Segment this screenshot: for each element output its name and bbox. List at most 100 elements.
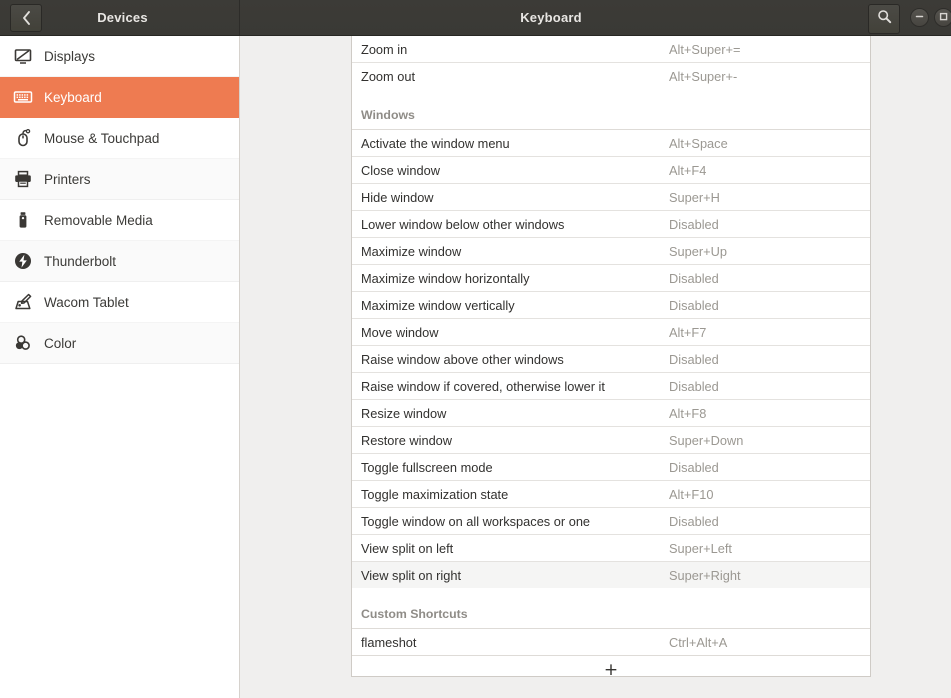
maximize-icon: [938, 9, 949, 27]
shortcut-section-header: Custom Shortcuts: [352, 600, 870, 628]
sidebar-item-displays[interactable]: Displays: [0, 36, 239, 77]
shortcut-name: Move window: [361, 324, 439, 340]
minimize-button[interactable]: [910, 8, 929, 27]
shortcut-accelerator: Alt+F8: [669, 405, 707, 421]
shortcut-name: Restore window: [361, 432, 453, 448]
shortcut-name: Close window: [361, 162, 440, 178]
maximize-button[interactable]: [934, 8, 951, 27]
header-left-pane: Devices: [0, 0, 240, 35]
shortcut-name: View split on left: [361, 540, 454, 556]
sidebar-item-label: Keyboard: [44, 89, 102, 105]
shortcut-accelerator: Super+H: [669, 189, 720, 205]
shortcut-row[interactable]: Maximize window Super+Up: [352, 238, 870, 264]
shortcut-accelerator: Disabled: [669, 351, 719, 367]
sidebar-item-wacom-tablet[interactable]: Wacom Tablet: [0, 282, 239, 323]
plus-icon: +: [603, 659, 619, 677]
shortcut-name: Toggle fullscreen mode: [361, 459, 493, 475]
shortcut-row[interactable]: Activate the window menu Alt+Space: [352, 130, 870, 156]
shortcut-name: Zoom out: [361, 68, 416, 84]
shortcut-row[interactable]: Raise window if covered, otherwise lower…: [352, 373, 870, 399]
shortcut-name: Raise window if covered, otherwise lower…: [361, 378, 605, 394]
shortcut-row[interactable]: Restore window Super+Down: [352, 427, 870, 453]
shortcut-row[interactable]: Toggle window on all workspaces or one Di…: [352, 508, 870, 534]
shortcut-row[interactable]: Raise window above other windows Disabled: [352, 346, 870, 372]
add-custom-shortcut-button[interactable]: +: [352, 656, 870, 677]
shortcut-accelerator: Super+Right: [669, 567, 741, 583]
sidebar-item-thunderbolt[interactable]: Thunderbolt: [0, 241, 239, 282]
shortcut-name: Zoom in: [361, 41, 408, 57]
sidebar-item-keyboard[interactable]: Keyboard: [0, 77, 239, 118]
shortcut-row[interactable]: flameshot Ctrl+Alt+A: [352, 629, 870, 655]
shortcut-name: Toggle window on all workspaces or one: [361, 513, 591, 529]
shortcut-name: Toggle maximization state: [361, 486, 509, 502]
sidebar-item-label: Wacom Tablet: [44, 294, 129, 310]
sidebar-item-removable-media[interactable]: Removable Media: [0, 200, 239, 241]
color-icon: [12, 332, 34, 354]
sidebar-item-label: Mouse & Touchpad: [44, 130, 160, 146]
window-controls: [910, 8, 951, 27]
shortcut-row[interactable]: Toggle maximization state Alt+F10: [352, 481, 870, 507]
shortcut-name: Hide window: [361, 189, 434, 205]
chevron-left-icon: [22, 10, 31, 25]
shortcut-accelerator: Disabled: [669, 459, 719, 475]
sidebar-item-label: Displays: [44, 48, 96, 64]
keyboard-icon: [12, 86, 34, 108]
shortcuts-list: Zoom in Alt+Super+= Zoom out Alt+Super+- Win…: [352, 36, 870, 655]
mouse-icon: [12, 127, 34, 149]
printer-icon: [12, 168, 34, 190]
shortcut-name: Resize window: [361, 405, 447, 421]
search-button[interactable]: [868, 4, 900, 34]
shortcut-row[interactable]: Maximize window vertically Disabled: [352, 292, 870, 318]
sidebar-list: Displays Keyboard Mouse & Touchpad Printers…: [0, 36, 239, 364]
header-bar: Devices Keyboard: [0, 0, 951, 36]
shortcut-accelerator: Super+Down: [669, 432, 744, 448]
sidebar-item-mouse-touchpad[interactable]: Mouse & Touchpad: [0, 118, 239, 159]
shortcut-section-header: Windows: [352, 101, 870, 129]
shortcut-row[interactable]: Toggle fullscreen mode Disabled: [352, 454, 870, 480]
shortcut-row[interactable]: View split on left Super+Left: [352, 535, 870, 561]
shortcut-accelerator: Alt+F10: [669, 486, 714, 502]
shortcut-accelerator: Alt+F7: [669, 324, 707, 340]
shortcut-name: Lower window below other windows: [361, 216, 565, 232]
shortcut-accelerator: Disabled: [669, 513, 719, 529]
shortcut-row[interactable]: Zoom in Alt+Super+=: [352, 36, 870, 62]
thunderbolt-icon: [12, 250, 34, 272]
devices-title: Devices: [97, 10, 148, 25]
shortcut-row[interactable]: Maximize window horizontally Disabled: [352, 265, 870, 291]
wacom-tablet-icon: [12, 291, 34, 313]
shortcut-row[interactable]: Hide window Super+H: [352, 184, 870, 210]
shortcut-accelerator: Alt+Super+-: [669, 68, 738, 84]
shortcut-name: Maximize window vertically: [361, 297, 515, 313]
shortcut-accelerator: Disabled: [669, 378, 719, 394]
shortcut-name: Raise window above other windows: [361, 351, 564, 367]
shortcut-accelerator: Disabled: [669, 216, 719, 232]
shortcut-name: Maximize window horizontally: [361, 270, 530, 286]
back-button[interactable]: [10, 3, 42, 32]
shortcut-accelerator: Alt+F4: [669, 162, 707, 178]
shortcut-accelerator: Super+Up: [669, 243, 727, 259]
shortcut-row[interactable]: Move window Alt+F7: [352, 319, 870, 345]
shortcut-name: Maximize window: [361, 243, 462, 259]
sidebar-item-printers[interactable]: Printers: [0, 159, 239, 200]
sidebar-item-color[interactable]: Color: [0, 323, 239, 364]
shortcut-row[interactable]: Zoom out Alt+Super+-: [352, 63, 870, 89]
usb-drive-icon: [12, 209, 34, 231]
shortcut-accelerator: Disabled: [669, 297, 719, 313]
shortcut-name: flameshot: [361, 634, 417, 650]
shortcut-row[interactable]: Close window Alt+F4: [352, 157, 870, 183]
search-icon: [877, 9, 892, 29]
display-icon: [12, 45, 34, 67]
shortcut-accelerator: Super+Left: [669, 540, 732, 556]
shortcut-row[interactable]: Lower window below other windows Disabled: [352, 211, 870, 237]
shortcuts-list-panel[interactable]: Zoom in Alt+Super+= Zoom out Alt+Super+- Win…: [351, 36, 871, 677]
shortcut-accelerator: Disabled: [669, 270, 719, 286]
sidebar-item-label: Thunderbolt: [44, 253, 117, 269]
shortcut-row[interactable]: View split on right Super+Right: [352, 562, 870, 588]
shortcut-accelerator: Alt+Super+=: [669, 41, 741, 57]
devices-sidebar[interactable]: Displays Keyboard Mouse & Touchpad Printers…: [0, 36, 240, 698]
minimize-icon: [914, 9, 925, 27]
content-area: Zoom in Alt+Super+= Zoom out Alt+Super+- Win…: [240, 36, 951, 698]
sidebar-item-label: Printers: [44, 171, 91, 187]
settings-window: Devices Keyboard Displays Keyboard Mouse…: [0, 0, 951, 698]
shortcut-row[interactable]: Resize window Alt+F8: [352, 400, 870, 426]
